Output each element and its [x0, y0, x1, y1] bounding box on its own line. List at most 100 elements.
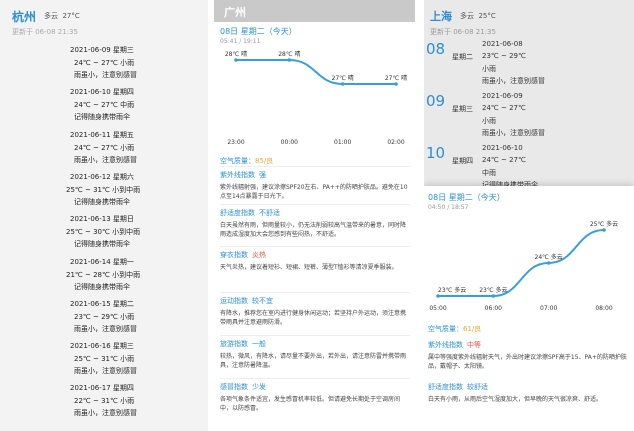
index-section[interactable]: 舒适度指数 不舒适 白天虽然有雨，但雨量较小，仍无法削弱较高气温带来的暑意，同时降雨… [220, 208, 410, 239]
weather-text: 小到中雨 [112, 228, 141, 237]
forecast-day[interactable]: 2021-06-10 星期四 24℃ ~ 27℃ 中雨 记得随身携带雨伞 [0, 87, 208, 127]
weather-text: 小雨 [482, 117, 496, 125]
forecast-temp: 25℃ ~ 31℃ 小雨 [74, 354, 134, 364]
air-quality: 空气质量：61/良 [428, 325, 482, 333]
date-title: 08日 星期二（今天） [428, 193, 505, 202]
forecast-day[interactable]: 08 星期二 2021-06-08 23℃ ~ 29℃ 小雨 雨虽小，注意别感冒 [424, 40, 634, 90]
forecast-day[interactable]: 2021-06-12 星期六 25℃ ~ 31℃ 小到中雨 记得随身携带雨伞 [0, 172, 208, 212]
forecast-date: 2021-06-10 星期四 [70, 87, 134, 97]
guangzhou-panel: 广州 08日 星期二（今天） 05:41 / 19:11 28℃ 晴 23:00 2… [214, 0, 415, 431]
index-title: 舒适度指数 不舒适 [220, 208, 410, 218]
forecast-tip: 雨虽小，注意别感冒 [74, 409, 137, 418]
forecast-day[interactable]: 2021-06-13 星期日 25℃ ~ 30℃ 小到中雨 记得随身携带雨伞 [0, 214, 208, 254]
index-level: 一般 [252, 340, 266, 348]
point-label: 27℃ 晴 [332, 74, 354, 82]
shanghai-panel: 上海 多云 25°C 更新于 06-08 21:35 08 星期二 2021-06-… [424, 0, 634, 431]
weather-text: 小到中雨 [112, 270, 141, 279]
forecast-day[interactable]: 2021-06-14 星期一 21℃ ~ 28℃ 小到中雨 记得随身携带雨伞 [0, 257, 208, 297]
divider [220, 204, 410, 205]
temp-point [234, 58, 238, 62]
forecast-day[interactable]: 2021-06-17 星期四 22℃ ~ 31℃ 小雨 雨虽小，注意别感冒 [0, 383, 208, 423]
forecast-temp: 22℃ ~ 31℃ 小雨 [74, 396, 134, 406]
temp-range: 24℃ ~ 27℃ [74, 101, 118, 110]
forecast-day[interactable]: 09 星期三 2021-06-09 24℃ ~ 27℃ 小雨 雨虽小，注意别感冒 [424, 92, 634, 142]
forecast-tip: 记得随身携带雨伞 [74, 197, 130, 206]
weather-text: 中雨 [120, 101, 135, 110]
index-section[interactable]: 紫外线指数 中等 属中等强度紫外线辐射天气，外出时建议涂擦SPF高于15、PA+的防… [428, 340, 628, 371]
index-section[interactable]: 运动指数 较不宜 有降水，推荐您在室内进行健身休闲运动；若坚持户外运动，须注意携带雨… [220, 296, 410, 327]
hourly-temp-chart: 28℃ 晴 23:00 28℃ 晴 00:00 27℃ 晴 01:00 27℃ 晴 02:00 [225, 50, 407, 146]
index-section[interactable]: 感冒指数 少发各项气象条件适宜，发生感冒机率较低。但请避免长期处于空调房间中，以防… [220, 382, 410, 413]
weekday: 星期三 [112, 342, 134, 351]
date-text: 2021-06-12 [70, 172, 111, 181]
weekday: 星期四 [112, 88, 134, 97]
day-number: 10 [426, 144, 446, 162]
index-desc: 属中等强度紫外线辐射天气，外出时建议涂擦SPF高于15、PA+的防晒护肤品，戴帽… [428, 354, 627, 370]
forecast-day[interactable]: 2021-06-15 星期二 23℃ ~ 29℃ 小雨 雨虽小，注意别感冒 [0, 299, 208, 339]
x-tick-label: 07:00 [540, 305, 557, 312]
index-title: 感冒指数 少发 [220, 382, 410, 392]
temp-point [546, 261, 551, 265]
forecast-tip: 记得随身携带雨伞 [74, 240, 130, 249]
weekday: 星期日 [112, 215, 134, 224]
weather-text: 小雨 [120, 143, 135, 152]
hourly-temp-chart: 23℃ 多云 05:00 23℃ 多云 06:00 24℃ 多云 07:00 25℃ 多云 0… [429, 220, 618, 312]
index-desc: 有降水，推荐您在室内进行健身休闲运动；若坚持户外运动，须注意携带雨具并注意避雨防… [220, 310, 407, 326]
forecast-day[interactable]: 2021-06-16 星期三 25℃ ~ 31℃ 小雨 雨虽小，注意别感冒 [0, 341, 208, 381]
x-tick-label: 05:00 [429, 305, 446, 312]
x-tick-label: 01:00 [334, 139, 351, 146]
date-text: 2021-06-10 [70, 88, 111, 97]
point-label: 27℃ 晴 [385, 74, 407, 82]
weather-text: 中雨 [482, 169, 496, 177]
index-section[interactable]: 旅游指数 一般 较热，微风，有降水，请尽量不要外出，若外出，请注意防雷并携带雨具，注… [220, 339, 410, 370]
today-detail-card[interactable]: 08日 星期二（今天） 04:50 / 18:57 23℃ 多云 05:00 23℃… [424, 186, 634, 431]
temp-range: 25℃ ~ 30℃ [66, 228, 110, 237]
temp-point [340, 82, 345, 86]
index-name: 感冒指数 [220, 383, 248, 391]
forecast-temp: 25℃ ~ 31℃ 小到中雨 [66, 185, 140, 195]
date-text: 2021-06-13 [70, 215, 111, 224]
point-label: 24℃ 多云 [535, 253, 563, 261]
date-text: 2021-06-15 [70, 299, 111, 308]
index-name: 舒适度指数 [428, 383, 463, 391]
point-label: 28℃ 晴 [278, 50, 300, 58]
temp-point [491, 294, 496, 298]
temp-range: 21℃ ~ 28℃ [66, 270, 110, 279]
index-section[interactable]: 穿衣指数 炎热 天气炎热，建议着短衫、短裙、短裤、薄型T恤衫等清凉夏季服装。 [220, 250, 410, 272]
weekday: 星期三 [112, 46, 134, 54]
forecast-day[interactable]: 2021-06-11 星期五 24℃ ~ 27℃ 小雨 雨虽小，注意别感冒 [0, 130, 208, 170]
index-name: 舒适度指数 [220, 209, 255, 217]
x-tick-label: 00:00 [281, 139, 298, 146]
index-name: 紫外线指数 [220, 171, 255, 179]
forecast-temp: 24℃ ~ 27℃ [482, 104, 526, 112]
point-label: 25℃ 多云 [590, 220, 618, 228]
forecast-date: 2021-06-12 星期六 [70, 172, 134, 182]
update-time: 更新于 06-08 21:35 [430, 28, 496, 36]
point-label: 28℃ 晴 [225, 50, 247, 58]
forecast-date: 2021-06-09 [482, 92, 523, 100]
index-desc: 各项气象条件适宜，发生感冒机率较低。但请避免长期处于空调房间中，以防感冒。 [220, 396, 401, 412]
index-section[interactable]: 紫外线指数强紫外线辐射强，建议涂擦SPF20左右、PA++的防晒护肤品。避免在1… [220, 170, 410, 201]
temp-point [602, 228, 606, 232]
forecast-temp: 21℃ ~ 28℃ 小到中雨 [66, 270, 140, 280]
current-condition: 多云 27°C [44, 12, 80, 20]
forecast-tip: 雨虽小，注意别感冒 [74, 324, 137, 333]
date-text: 2021-06-16 [70, 342, 111, 351]
divider [220, 246, 410, 247]
temp-range: 23℃ ~ 29℃ [74, 312, 118, 321]
forecast-date: 2021-06-14 星期一 [70, 257, 134, 267]
forecast-day[interactable]: 2021-06-09 星期三 24℃ ~ 27℃ 小雨 雨虽小，注意别感冒 [0, 45, 208, 85]
weather-text: 小雨 [120, 397, 135, 406]
index-title: 舒适度指数 较舒适 [428, 382, 628, 392]
current-condition: 多云 25°C [460, 12, 496, 20]
header-bar: 广州 [214, 0, 415, 22]
index-level: 中等 [467, 341, 481, 349]
x-tick-label: 08:00 [595, 305, 612, 312]
forecast-temp: 23℃ ~ 29℃ [482, 52, 526, 60]
divider [220, 378, 410, 379]
index-section[interactable]: 舒适度指数 较舒适 白天有小雨，从雨后空气湿度加大，但早晚的天气很凉爽、舒适。 [428, 382, 628, 404]
city-name: 杭州 [12, 10, 37, 24]
index-name: 旅游指数 [220, 340, 248, 348]
forecast-date: 2021-06-13 星期日 [70, 214, 134, 224]
forecast-tip: 雨虽小，注意别感冒 [482, 77, 545, 85]
